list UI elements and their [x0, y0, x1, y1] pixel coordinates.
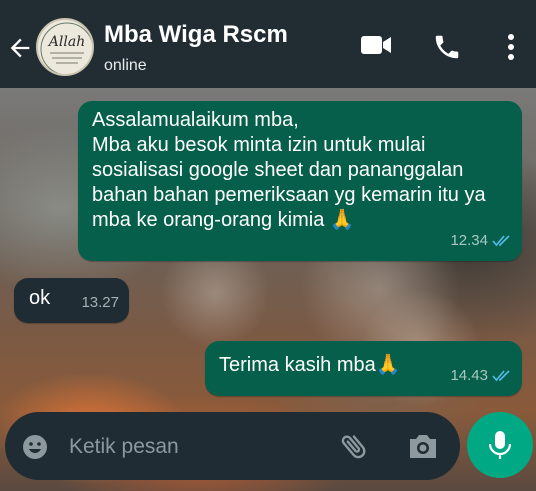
avatar-text: Allah: [47, 34, 85, 50]
message-meta: 14.43: [450, 363, 512, 388]
chat-header: Allah Mba Wiga Rscm online: [0, 0, 536, 88]
contact-status: online: [104, 57, 147, 74]
avatar[interactable]: Allah: [36, 18, 94, 76]
back-arrow-icon[interactable]: [6, 34, 34, 62]
video-call-icon[interactable]: [360, 32, 392, 58]
emoji-icon[interactable]: [21, 433, 49, 461]
microphone-button[interactable]: [467, 412, 533, 478]
contact-name[interactable]: Mba Wiga Rscm: [104, 21, 288, 49]
message-time: 14.43: [450, 367, 488, 384]
message-bubble-incoming[interactable]: ok 13.27: [14, 278, 129, 323]
message-time: 12.34: [450, 232, 488, 249]
message-bubble-outgoing[interactable]: Terima kasih mba🙏 14.43: [205, 341, 522, 396]
attach-icon[interactable]: [338, 430, 370, 462]
microphone-icon: [488, 431, 512, 459]
message-input-placeholder[interactable]: Ketik pesan: [69, 435, 179, 459]
double-check-icon: [492, 369, 510, 381]
more-options-icon[interactable]: [504, 32, 518, 62]
message-meta: 12.34: [450, 228, 512, 253]
message-meta: 13.27: [81, 290, 119, 315]
message-time: 13.27: [81, 294, 119, 311]
message-bubble-outgoing[interactable]: Assalamualaikum mba, Mba aku besok minta…: [78, 101, 522, 261]
message-composer[interactable]: Ketik pesan: [5, 412, 460, 480]
camera-icon[interactable]: [407, 432, 439, 460]
double-check-icon: [492, 234, 510, 246]
message-text: Assalamualaikum mba, Mba aku besok minta…: [92, 109, 486, 231]
avatar-logo: Allah: [40, 22, 92, 74]
phone-icon[interactable]: [432, 32, 462, 62]
